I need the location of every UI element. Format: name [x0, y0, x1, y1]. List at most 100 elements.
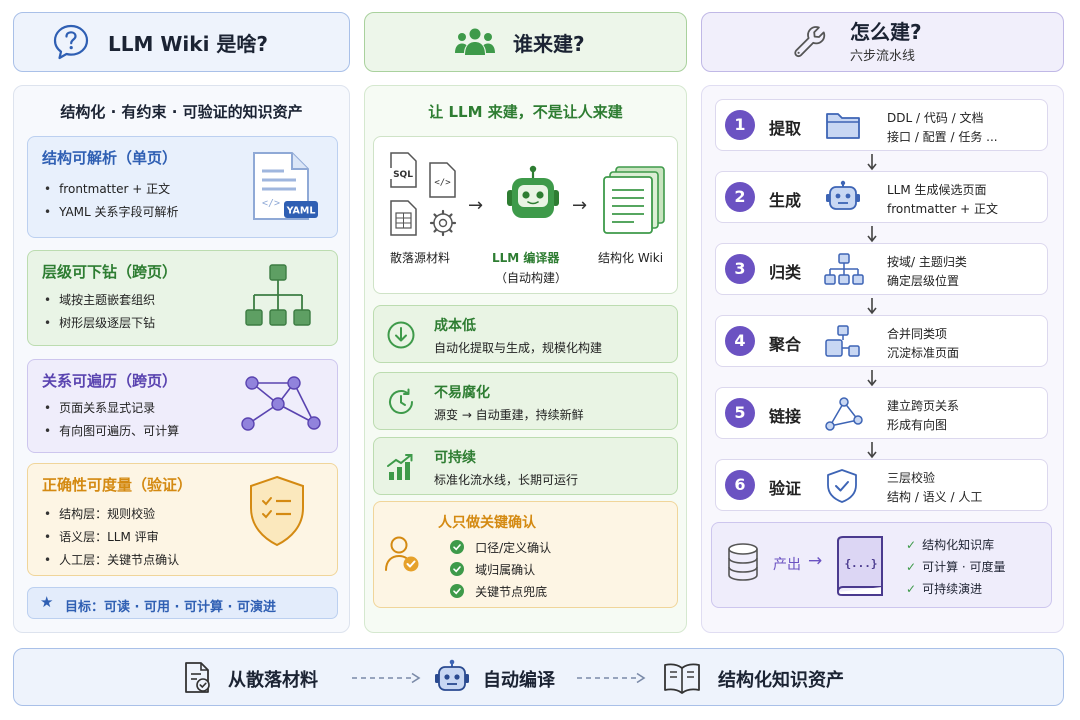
- benefit-desc: 源变 → 自动重建，持续新鲜: [434, 408, 584, 422]
- human-confirm-box: 人只做关键确认 口径/定义确认 域归属确认 关键节点兜底: [373, 501, 678, 608]
- header-how-to-build: 怎么建? 六步流水线: [701, 12, 1064, 72]
- step-desc-1: DDL / 代码 / 文档: [887, 111, 984, 125]
- output-label: 结构化 Wiki: [598, 251, 664, 265]
- document-check-icon: [185, 662, 210, 693]
- link-graph-icon: [825, 397, 863, 431]
- card-hierarchy-drilldown: 层级可下钻（跨页） 域按主题嵌套组织 树形层级逐层下钻: [27, 250, 338, 346]
- output-item: ✓ 可计算 · 可度量: [906, 558, 1006, 575]
- arrow-down-icon: [867, 226, 877, 243]
- column2-title: 让 LLM 来建，不是让人来建: [428, 103, 623, 121]
- directed-graph-icon: [241, 376, 321, 431]
- arrow-right-icon: →: [808, 551, 823, 571]
- bottom-summary-bar: 从散落材料 自动编译 结构化知识资产: [13, 648, 1064, 706]
- check-circle-icon: [450, 540, 464, 554]
- hierarchy-icon: [824, 253, 864, 285]
- wrench-icon: [794, 26, 826, 58]
- arrow-down-icon: [867, 154, 877, 171]
- step-number: 1: [725, 110, 755, 140]
- output-item: ✓ 结构化知识库: [906, 536, 994, 553]
- card-relation-traversable: 关系可遍历（跨页） 页面关系显式记录 有向图可遍历、可计算: [27, 359, 338, 453]
- human-item: 关键节点兜底: [450, 581, 547, 600]
- list-item: frontmatter + 正文: [44, 178, 179, 201]
- step-aggregate: 4 聚合 合并同类项 沉淀标准页面: [715, 315, 1048, 367]
- output-item: ✓ 可持续演进: [906, 580, 982, 597]
- checkmark-icon: ✓: [906, 560, 917, 574]
- arrow-right-icon: →: [468, 195, 484, 216]
- bottom-to: 结构化知识资产: [718, 670, 844, 691]
- star-icon: ★: [40, 593, 54, 611]
- team-icon: [455, 28, 495, 55]
- benefit-title: 不易腐化: [434, 385, 490, 401]
- compiler-sub-label: （自动构建）: [495, 271, 568, 285]
- database-icon: [728, 543, 758, 581]
- bottom-from: 从散落材料: [228, 670, 318, 691]
- robot-compiler-icon: [507, 165, 559, 218]
- dashed-arrow-icon: [577, 672, 646, 684]
- step-name: 归类: [769, 263, 802, 282]
- column1-title: 结构化 · 有约束 · 可验证的知识资产: [60, 103, 303, 121]
- step-name: 验证: [769, 479, 802, 498]
- arrow-right-icon: →: [572, 195, 588, 216]
- human-item-text: 关键节点兜底: [475, 585, 548, 599]
- step-link: 5 链接 建立跨页关系 形成有向图: [715, 387, 1048, 439]
- check-circle-icon: [450, 584, 464, 598]
- header-titles: 怎么建? 六步流水线: [850, 21, 922, 64]
- step-desc-1: 建立跨页关系: [887, 399, 960, 413]
- shield-checklist-icon: [250, 475, 304, 547]
- step-number: 6: [725, 470, 755, 500]
- human-item-text: 域归属确认: [475, 563, 536, 577]
- compiler-label: LLM 编译器: [492, 251, 560, 265]
- arrow-down-icon: [867, 298, 877, 315]
- growth-chart-icon: [387, 454, 413, 480]
- sql-label: SQL: [393, 170, 413, 180]
- card-list: 结构层：规则校验 语义层：LLM 评审 人工层：关键节点确认: [44, 503, 179, 572]
- yaml-document-icon: </> YAML: [253, 152, 318, 220]
- step-generate: 2 生成 LLM 生成候选页面 frontmatter + 正文: [715, 171, 1048, 223]
- book-label: {...}: [844, 557, 877, 570]
- card-title: 关系可遍历（跨页）: [42, 372, 178, 390]
- card-list: frontmatter + 正文 YAML 关系字段可解析: [44, 178, 179, 224]
- svg-text:</>: </>: [434, 178, 451, 188]
- open-book-icon: [664, 663, 700, 694]
- step-number: 5: [725, 398, 755, 428]
- structured-wiki-icon: [603, 166, 665, 234]
- human-item-text: 口径/定义确认: [475, 541, 552, 555]
- source-label: 散落源材料: [390, 251, 451, 265]
- step-desc-1: 合并同类项: [887, 327, 948, 341]
- folder-icon: [826, 113, 860, 139]
- benefit-no-decay: 不易腐化 源变 → 自动重建，持续新鲜: [373, 372, 678, 430]
- step-number: 4: [725, 326, 755, 356]
- card-title: 结构可解析（单页）: [42, 149, 178, 167]
- benefit-low-cost: 成本低 自动化提取与生成，规模化构建: [373, 305, 678, 363]
- arrow-down-icon: [867, 370, 877, 387]
- source-files-icon: SQL </>: [390, 152, 457, 237]
- shield-check-icon: [827, 469, 857, 503]
- download-circle-icon: [387, 321, 415, 349]
- yaml-badge: YAML: [286, 206, 316, 217]
- step-number: 3: [725, 254, 755, 284]
- goal-bar: ★ 目标：可读 · 可用 · 可计算 · 可演进: [27, 587, 338, 619]
- step-name: 提取: [769, 119, 802, 138]
- step-name: 聚合: [769, 335, 802, 354]
- robot-icon: [435, 659, 469, 691]
- list-item: 页面关系显式记录: [44, 397, 179, 420]
- svg-text:</>: </>: [262, 198, 280, 209]
- merge-blocks-icon: [825, 325, 860, 357]
- step-desc-1: 三层校验: [887, 471, 936, 485]
- list-item: 有向图可遍历、可计算: [44, 420, 179, 443]
- output-box: 产出 → {...} ✓ 结构化知识库 ✓ 可计算 · 可度量 ✓ 可持续演进: [711, 522, 1052, 608]
- output-item-text: 结构化知识库: [922, 538, 995, 552]
- book-icon: {...}: [837, 536, 883, 596]
- user-check-icon: [385, 536, 419, 572]
- benefit-sustainable: 可持续 标准化流水线，长期可运行: [373, 437, 678, 495]
- header-who-builds: 谁来建?: [364, 12, 687, 72]
- compile-flow-box: SQL </> → → 散落源材料 LLM 编译器 （自动构建） 结构化 Wik…: [373, 136, 678, 294]
- list-item: 人工层：关键节点确认: [44, 549, 179, 572]
- benefit-title: 成本低: [434, 318, 476, 334]
- arrow-down-icon: [867, 442, 877, 459]
- check-circle-icon: [450, 562, 464, 576]
- clock-refresh-icon: [389, 388, 413, 414]
- step-desc-2: 沉淀标准页面: [887, 346, 960, 360]
- human-confirm-title: 人只做关键确认: [438, 515, 536, 531]
- output-item-text: 可计算 · 可度量: [922, 560, 1006, 574]
